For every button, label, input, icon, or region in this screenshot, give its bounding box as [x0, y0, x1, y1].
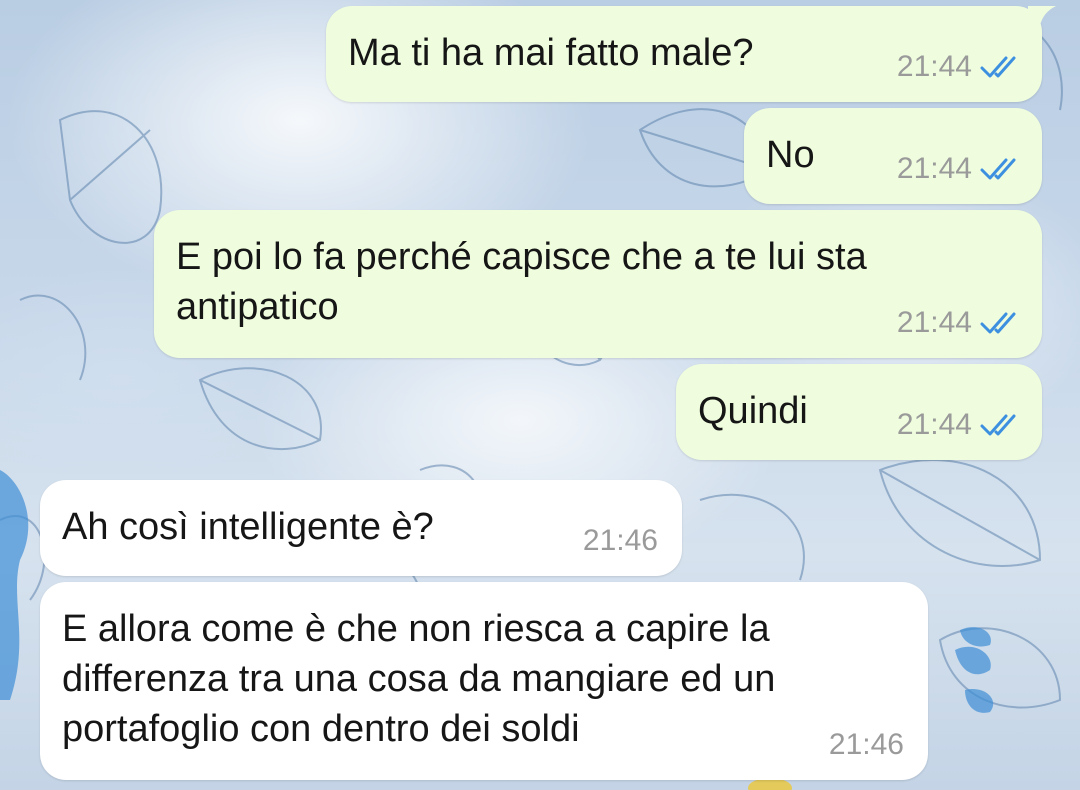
message-meta: 21:44	[897, 152, 1018, 186]
message-meta: 21:46	[829, 728, 904, 762]
bubble-tail	[1028, 6, 1056, 26]
message-meta: 21:44	[897, 306, 1018, 340]
message-text: Ma ti ha mai fatto male?	[348, 32, 754, 74]
message-text: No	[766, 134, 815, 176]
message-time: 21:46	[828, 728, 904, 761]
read-icon	[980, 56, 1016, 78]
message-text: E poi lo fa perché capisce che a te lui …	[176, 236, 867, 328]
outgoing-message-bubble[interactable]: Ma ti ha mai fatto male? 21:44	[326, 6, 1056, 102]
message-text: E allora come è che non riesca a capire …	[62, 608, 776, 750]
message-text: Ah così intelligente è?	[62, 506, 434, 548]
message-time: 21:44	[896, 50, 972, 83]
outgoing-message-bubble[interactable]: Quindi 21:44	[676, 364, 1042, 460]
message-time: 21:44	[896, 408, 972, 441]
incoming-message-bubble[interactable]: Ah così intelligente è? 21:46	[40, 480, 682, 576]
read-icon	[980, 158, 1016, 180]
message-time: 21:44	[896, 306, 972, 339]
read-icon	[980, 312, 1016, 334]
message-time: 21:44	[896, 152, 972, 185]
outgoing-message-bubble[interactable]: No 21:44	[744, 108, 1042, 204]
message-meta: 21:46	[583, 524, 658, 558]
message-list[interactable]: Ma ti ha mai fatto male? 21:44 No 21:44 E po…	[0, 0, 1080, 790]
read-icon	[980, 414, 1016, 436]
message-text: Quindi	[698, 390, 808, 432]
incoming-message-bubble[interactable]: E allora come è che non riesca a capire …	[40, 582, 928, 780]
message-time: 21:46	[582, 524, 658, 557]
message-meta: 21:44	[897, 50, 1018, 84]
outgoing-message-bubble[interactable]: E poi lo fa perché capisce che a te lui …	[154, 210, 1042, 358]
message-meta: 21:44	[897, 408, 1018, 442]
